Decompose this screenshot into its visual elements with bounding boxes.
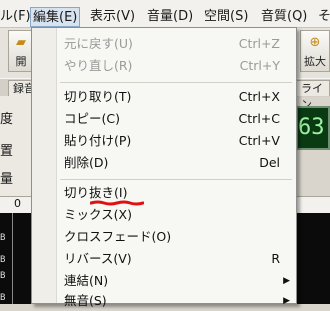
menu-item-label: 削除(D) (64, 155, 109, 170)
panel-label-speed: 度 (0, 112, 14, 127)
menu-view[interactable]: 表示(V) (90, 8, 135, 26)
time-display: 63 (296, 106, 330, 150)
menu-item-shortcut: Ctrl+Y (239, 58, 280, 73)
menu-edit[interactable]: 編集(E) (30, 7, 81, 27)
menu-bar: ル(F) 編集(E) 表示(V) 音量(D) 空間(S) 音質(Q) そ (0, 0, 330, 28)
menu-item-shortcut: Ctrl+X (238, 89, 280, 104)
magnifier-icon: ⊕ (309, 35, 321, 50)
menu-item-label: 元に戻す(U) (64, 36, 133, 51)
folder-icon: ▰ (16, 35, 26, 50)
menu-item-paste[interactable]: 貼り付け(P) Ctrl+V (32, 131, 296, 151)
menu-item-label: 切り抜き(I) (64, 185, 128, 200)
menu-space[interactable]: 空間(S) (204, 8, 248, 26)
waveform-label: B (0, 271, 6, 281)
panel-label-position: 置 (0, 144, 14, 159)
menu-item-cut[interactable]: 切り取り(T) Ctrl+X (32, 87, 296, 107)
menu-item-label: クロスフェード(O) (64, 229, 172, 244)
menu-separator (60, 179, 292, 180)
waveform-divider (12, 213, 13, 304)
waveform-label: B (0, 293, 6, 303)
submenu-arrow-icon: ▶ (283, 296, 290, 306)
menu-volume[interactable]: 音量(D) (147, 8, 193, 26)
menu-item-redo[interactable]: やり直し(R) Ctrl+Y (32, 56, 296, 76)
panel-label-volume: 量 (0, 172, 14, 187)
menu-other[interactable]: そ (318, 8, 330, 26)
menu-item-label: 連結(N) (64, 273, 109, 288)
menu-item-label: ミックス(X) (64, 207, 132, 222)
menu-item-crossfade[interactable]: クロスフェード(O) (32, 227, 296, 247)
menu-item-label: 切り取り(T) (64, 89, 132, 104)
menu-item-shortcut: R (271, 251, 280, 266)
menu-separator (60, 82, 292, 83)
menu-item-silence[interactable]: 無音(S) ▶ (32, 291, 296, 311)
menu-item-copy[interactable]: コピー(C) Ctrl+C (32, 109, 296, 129)
waveform-label: B (0, 255, 6, 265)
waveform-label: B (0, 233, 6, 243)
menu-item-label: コピー(C) (64, 111, 120, 126)
menu-item-label: リバース(V) (64, 251, 132, 266)
edit-menu: 元に戻す(U) Ctrl+Z やり直し(R) Ctrl+Y 切り取り(T) Ct… (31, 27, 297, 308)
open-button-label: 開 (15, 55, 27, 68)
tab-line[interactable]: ライン (296, 80, 330, 111)
zoom-in-button-label: 拡大 (304, 55, 326, 68)
menu-item-delete[interactable]: 削除(D) Del (32, 153, 296, 173)
menu-item-shortcut: Del (259, 155, 280, 170)
submenu-arrow-icon: ▶ (283, 276, 290, 286)
menu-item-mix[interactable]: ミックス(X) (32, 205, 296, 225)
menu-item-label: 無音(S) (64, 293, 107, 308)
menu-item-label: 貼り付け(P) (64, 133, 132, 148)
menu-file[interactable]: ル(F) (0, 8, 31, 26)
menu-item-join[interactable]: 連結(N) ▶ (32, 271, 296, 291)
ruler-label: 0 (14, 197, 21, 210)
menu-item-shortcut: Ctrl+C (238, 111, 280, 126)
zoom-in-button[interactable]: ⊕ 拡大 (300, 30, 330, 72)
menu-item-label: やり直し(R) (64, 58, 133, 73)
menu-item-trim[interactable]: 切り抜き(I) (32, 183, 296, 203)
menu-item-shortcut: Ctrl+V (238, 133, 280, 148)
menu-item-reverse[interactable]: リバース(V) R (32, 249, 296, 269)
menu-quality[interactable]: 音質(Q) (261, 8, 307, 26)
menu-item-shortcut: Ctrl+Z (238, 36, 280, 51)
menu-item-undo[interactable]: 元に戻す(U) Ctrl+Z (32, 34, 296, 54)
